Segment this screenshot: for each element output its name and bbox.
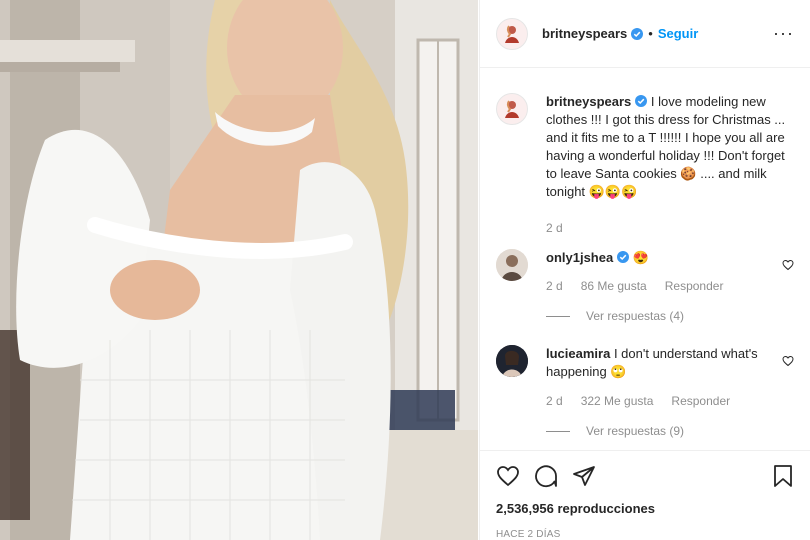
comment-likes[interactable]: 322 Me gusta [581,394,654,408]
caption-avatar[interactable] [496,93,528,125]
caption-text-block: britneyspears I love modeling new clothe… [546,93,792,201]
comment-age[interactable]: 2 d [546,279,563,293]
comment-item: lucieamira I don't understand what's hap… [496,345,794,438]
comment-text: 😍 [632,250,650,265]
post-video[interactable] [0,0,478,540]
comment-text-block: lucieamira I don't understand what's hap… [546,345,774,381]
comment-meta: 2 d 322 Me gusta Responder [546,394,774,408]
commenter-avatar[interactable] [496,249,528,281]
avatar-image [496,249,528,281]
caption-age[interactable]: 2 d [546,221,563,235]
avatar-image [496,345,528,377]
post-timestamp[interactable]: HACE 2 DÍAS [496,529,794,540]
comment-username[interactable]: only1jshea [546,250,613,265]
comment-bubble-icon[interactable] [534,464,558,488]
caption-username[interactable]: britneyspears [546,94,631,109]
comment-age[interactable]: 2 d [546,394,563,408]
like-heart-icon[interactable] [496,464,520,488]
save-bookmark-icon[interactable] [772,464,794,488]
verified-badge-icon [617,251,630,263]
action-icons [496,461,794,491]
instagram-post: britneyspears • Seguir ··· britneyspears… [0,0,810,540]
replies-divider [546,430,570,432]
comment-username[interactable]: lucieamira [546,346,610,361]
commenter-avatar[interactable] [496,345,528,377]
author-avatar[interactable] [496,17,528,50]
like-comment-heart-icon[interactable] [782,259,794,271]
comment-item: only1jshea 😍 2 d 86 Me gusta Responder V… [496,249,794,323]
more-options-icon[interactable]: ··· [773,24,794,42]
caption-meta: 2 d [546,221,792,235]
like-comment-heart-icon[interactable] [782,355,794,367]
caption-text: I love modeling new clothes !!! I got th… [546,94,786,199]
follow-button[interactable]: Seguir [658,26,698,41]
post-actions: 2,536,956 reproducciones HACE 2 DÍAS [480,450,810,540]
verified-badge-icon [631,27,644,40]
caption: britneyspears I love modeling new clothe… [496,69,794,235]
avatar-image [505,100,519,118]
comments-list: britneyspears I love modeling new clothe… [480,69,810,450]
author-username[interactable]: britneyspears [542,26,627,41]
comment-likes[interactable]: 86 Me gusta [581,279,647,293]
avatar-image [505,24,519,43]
post-photo [0,0,478,540]
post-header: britneyspears • Seguir ··· [480,0,810,68]
comment-meta: 2 d 86 Me gusta Responder [546,279,794,293]
post-side-panel: britneyspears • Seguir ··· britneyspears… [479,0,810,540]
view-replies-label: Ver respuestas (9) [586,424,685,438]
replies-divider [546,315,570,317]
view-replies-button[interactable]: Ver respuestas (4) [546,309,794,323]
reply-button[interactable]: Responder [671,394,730,408]
separator-dot: • [648,26,653,41]
view-replies-button[interactable]: Ver respuestas (9) [546,424,774,438]
reply-button[interactable]: Responder [665,279,724,293]
comment-text-block: only1jshea 😍 [546,249,794,267]
view-count[interactable]: 2,536,956 reproducciones [496,501,794,516]
share-paper-plane-icon[interactable] [572,464,596,488]
view-replies-label: Ver respuestas (4) [586,309,685,323]
verified-badge-icon [635,95,648,107]
